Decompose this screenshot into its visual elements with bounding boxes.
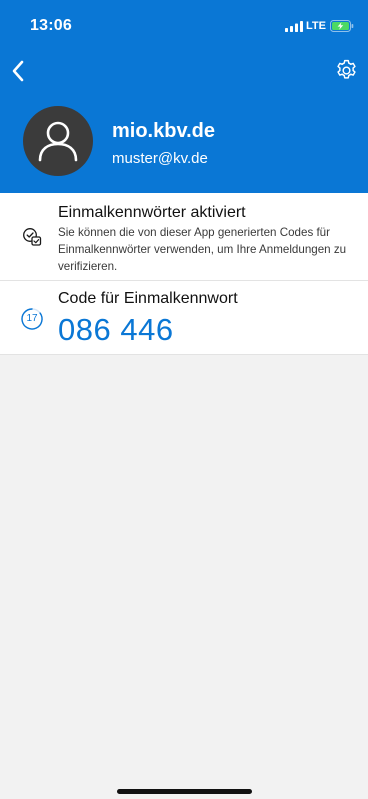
signal-bars-icon (285, 20, 304, 32)
account-name: mio.kbv.de (112, 120, 215, 142)
account-email: muster@kv.de (112, 150, 208, 167)
otp-code[interactable]: 086 446 (58, 312, 174, 348)
avatar (23, 106, 93, 176)
chevron-left-icon (12, 60, 24, 82)
info-description: Sie können die von dieser App generierte… (58, 226, 347, 273)
back-button[interactable] (8, 58, 30, 84)
settings-button[interactable] (334, 58, 359, 83)
verified-check-icon (23, 228, 42, 246)
status-bar: 13:06 LTE (0, 0, 368, 44)
network-type: LTE (306, 20, 326, 32)
countdown-seconds: 17 (26, 313, 38, 324)
battery-charging-icon (330, 20, 354, 32)
code-label: Code für Einmalkennwort (58, 290, 238, 307)
home-indicator[interactable] (117, 789, 252, 794)
user-silhouette-icon (38, 121, 78, 162)
status-indicators: LTE (285, 20, 354, 32)
account-header: 13:06 LTE mio.kbv.de muster@kv.de (0, 0, 368, 193)
status-time: 13:06 (30, 17, 72, 34)
info-title: Einmalkennwörter aktiviert (58, 204, 246, 221)
gear-icon (337, 59, 356, 79)
